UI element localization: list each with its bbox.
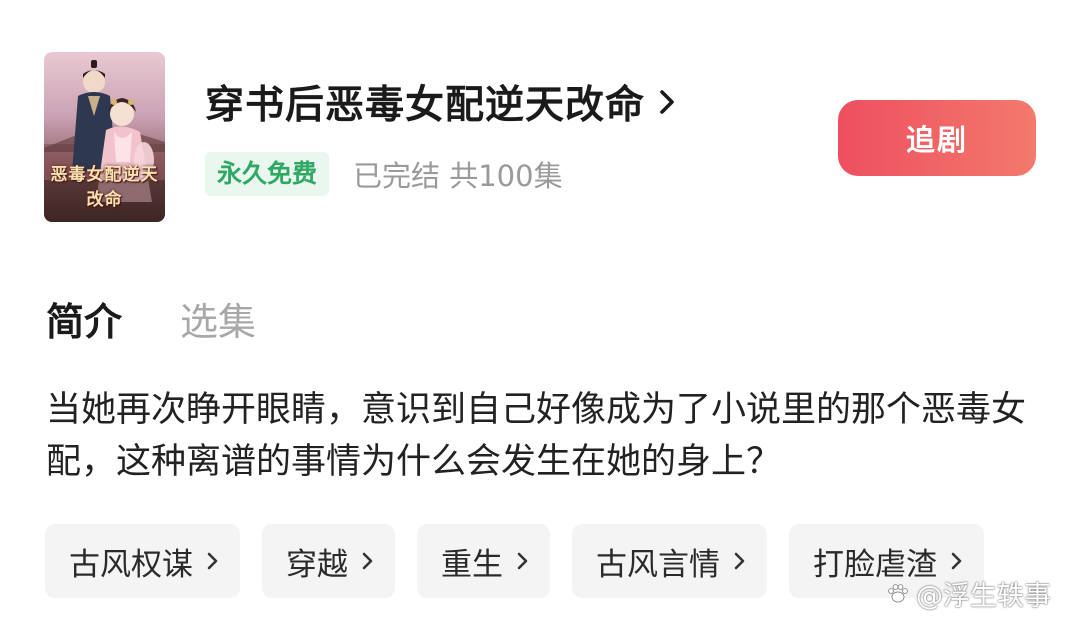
tag-chip[interactable]: 古风权谋 xyxy=(45,524,240,598)
free-badge: 永久免费 xyxy=(205,152,330,196)
drama-poster[interactable]: 穿书后 恶毒女配逆天改命 xyxy=(44,52,165,222)
tag-chip[interactable]: 穿越 xyxy=(262,524,395,598)
chevron-right-icon xyxy=(517,552,528,570)
tag-label: 穿越 xyxy=(286,546,348,583)
tag-list: 古风权谋 穿越 重生 古风言情 打脸虐渣 xyxy=(45,524,1006,598)
tag-chip[interactable]: 重生 xyxy=(417,524,550,598)
tag-label: 重生 xyxy=(441,546,503,583)
tab-synopsis[interactable]: 简介 xyxy=(46,292,122,352)
drama-title: 穿书后恶毒女配逆天改命 xyxy=(205,83,646,128)
poster-logo: 恶毒女配逆天改命 xyxy=(50,165,159,210)
detail-tabs: 简介 选集 xyxy=(46,292,256,352)
drama-title-link[interactable]: 穿书后恶毒女配逆天改命 xyxy=(205,74,675,130)
tab-episodes[interactable]: 选集 xyxy=(180,292,256,352)
chevron-right-icon xyxy=(951,552,962,570)
chevron-right-icon xyxy=(362,552,373,570)
drama-meta: 永久免费 已完结 共100集 xyxy=(205,152,563,196)
chevron-right-icon xyxy=(734,552,745,570)
tag-chip[interactable]: 古风言情 xyxy=(572,524,767,598)
watermark-text: @浮生轶事 xyxy=(916,581,1051,612)
tag-label: 古风言情 xyxy=(596,546,720,583)
chevron-right-icon xyxy=(207,552,218,570)
follow-button[interactable]: 追剧 xyxy=(838,100,1036,176)
paw-icon xyxy=(886,582,910,606)
synopsis-text: 当她再次睁开眼睛，意识到自己好像成为了小说里的那个恶毒女配，这种离谱的事情为什么… xyxy=(46,390,1027,482)
watermark: @浮生轶事 xyxy=(886,574,1051,613)
chevron-right-icon xyxy=(659,89,675,115)
tag-label: 古风权谋 xyxy=(69,546,193,583)
episode-status: 已完结 共100集 xyxy=(353,159,563,193)
